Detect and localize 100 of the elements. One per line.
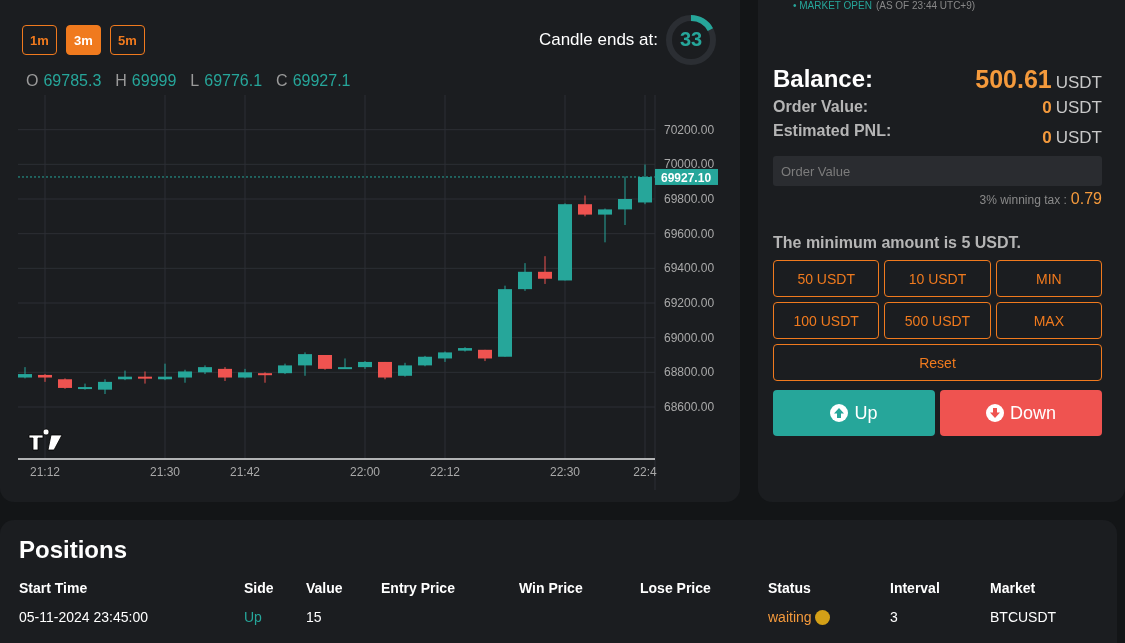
candle bbox=[398, 362, 412, 378]
order-value-input[interactable]: Order Value bbox=[773, 156, 1102, 186]
price-axis-label: 69400.00 bbox=[664, 261, 715, 276]
amount-button[interactable]: MAX bbox=[995, 302, 1102, 339]
candle bbox=[258, 371, 272, 384]
ohlc-label: H bbox=[115, 72, 127, 91]
candle bbox=[578, 195, 592, 217]
balance-label: Balance: bbox=[773, 65, 874, 93]
column-header: Entry Price bbox=[381, 580, 456, 596]
time-axis-label: 21:42 bbox=[230, 465, 260, 479]
currency-unit: USDT bbox=[1055, 98, 1102, 118]
ohlc-value: 69785.3 bbox=[43, 72, 102, 91]
column-header: Start Time bbox=[19, 580, 89, 596]
table-cell: waiting bbox=[768, 609, 812, 625]
candle bbox=[358, 360, 372, 370]
arrow-down-circle-icon bbox=[986, 404, 1004, 422]
column-header: Lose Price bbox=[640, 580, 712, 596]
price-axis-label: 70200.00 bbox=[664, 122, 715, 137]
winning-tax-value: 0.79 bbox=[1070, 190, 1102, 208]
order-value-label: Order Value: bbox=[773, 98, 869, 116]
time-axis-label: 22:12 bbox=[430, 465, 460, 479]
candle bbox=[198, 364, 212, 375]
candle bbox=[98, 378, 112, 395]
price-axis-label: 69200.00 bbox=[664, 296, 715, 310]
price-axis-label: 69600.00 bbox=[664, 226, 715, 241]
price-axis-label: 68800.00 bbox=[664, 365, 715, 380]
column-header: Value bbox=[306, 580, 344, 596]
time-axis-label: 22:00 bbox=[350, 465, 380, 479]
last-price-tag: 69927.10 bbox=[655, 168, 718, 185]
candle bbox=[538, 255, 552, 285]
amount-button[interactable]: 10 USDT bbox=[884, 260, 991, 297]
candle bbox=[598, 208, 612, 243]
market-status: • MARKET OPEN bbox=[793, 0, 872, 13]
candle bbox=[378, 361, 392, 380]
table-cell: 05-11-2024 23:45:00 bbox=[19, 609, 148, 625]
amount-button[interactable]: MIN bbox=[995, 260, 1102, 297]
arrow-up-circle-icon bbox=[830, 404, 849, 422]
price-axis-label: 68600.00 bbox=[664, 400, 715, 414]
currency-unit: USDT bbox=[1055, 128, 1102, 148]
candle bbox=[158, 363, 172, 381]
logo-icon bbox=[28, 428, 63, 451]
table-cell: 3 bbox=[890, 609, 898, 625]
reset-button[interactable]: Reset bbox=[773, 344, 1102, 381]
amount-button[interactable]: 100 USDT bbox=[773, 302, 880, 339]
table-cell: BTCUSDT bbox=[990, 609, 1057, 625]
candle bbox=[118, 370, 132, 381]
interval-button[interactable]: 1m bbox=[22, 25, 57, 55]
ohlc-value: 69776.1 bbox=[204, 72, 263, 91]
table-cell: 15 bbox=[306, 609, 322, 625]
candle bbox=[418, 355, 432, 367]
candle bbox=[38, 373, 52, 383]
ohlc-label: L bbox=[190, 72, 200, 91]
ref-line-label: 69927.10 bbox=[661, 170, 712, 185]
candle bbox=[18, 366, 32, 379]
positions-title: Positions bbox=[19, 536, 128, 564]
table-cell: Up bbox=[244, 609, 262, 625]
market-status-time: (AS OF 23:44 UTC+9) bbox=[875, 0, 976, 13]
ohlc-value: 69999 bbox=[131, 72, 177, 91]
candle bbox=[78, 383, 92, 391]
candle bbox=[218, 366, 232, 382]
candle bbox=[178, 369, 192, 384]
candle bbox=[318, 354, 332, 371]
column-header: Market bbox=[990, 580, 1037, 596]
time-axis-label: 21:12 bbox=[30, 465, 60, 479]
minimum-amount-note: The minimum amount is 5 USDT. bbox=[773, 234, 1023, 252]
time-axis-label: 21:30 bbox=[150, 465, 180, 479]
down-button[interactable]: Down bbox=[940, 390, 1102, 436]
amount-button[interactable]: 500 USDT bbox=[884, 302, 991, 339]
winning-tax-label: 3% winning tax : bbox=[979, 193, 1067, 207]
estimated-pnl-amount: 0 bbox=[1042, 128, 1052, 148]
ohlc-label: C bbox=[276, 72, 288, 91]
time-axis-label: 22:4 bbox=[633, 465, 657, 479]
countdown-value: 33 bbox=[678, 28, 704, 51]
candle bbox=[58, 377, 72, 390]
order-value-amount: 0 bbox=[1042, 98, 1052, 118]
candle bbox=[638, 164, 652, 205]
candle bbox=[278, 363, 292, 375]
candle bbox=[138, 370, 152, 385]
price-axis-label: 69000.00 bbox=[664, 330, 715, 345]
candle-timer-label: Candle ends at: bbox=[538, 30, 658, 50]
column-header: Win Price bbox=[519, 580, 584, 596]
time-axis-label: 22:30 bbox=[550, 465, 580, 479]
candle bbox=[238, 368, 252, 379]
column-header: Side bbox=[244, 580, 275, 596]
candle bbox=[338, 357, 352, 370]
balance-value: 500.61 bbox=[975, 64, 1052, 94]
candle bbox=[298, 351, 312, 377]
price-axis-label: 69800.00 bbox=[664, 192, 715, 206]
candle bbox=[618, 175, 632, 226]
column-header: Status bbox=[768, 580, 812, 596]
candle bbox=[518, 262, 532, 292]
ohlc-value: 69927.1 bbox=[292, 72, 351, 91]
interval-button[interactable]: 5m bbox=[110, 25, 145, 55]
candle bbox=[438, 351, 452, 363]
amount-button[interactable]: 50 USDT bbox=[773, 260, 880, 297]
ohlc-label: O bbox=[26, 72, 39, 91]
estimated-pnl-label: Estimated PNL: bbox=[773, 122, 892, 140]
currency-unit: USDT bbox=[1055, 72, 1102, 93]
candle bbox=[478, 349, 492, 362]
column-header: Interval bbox=[890, 580, 941, 596]
